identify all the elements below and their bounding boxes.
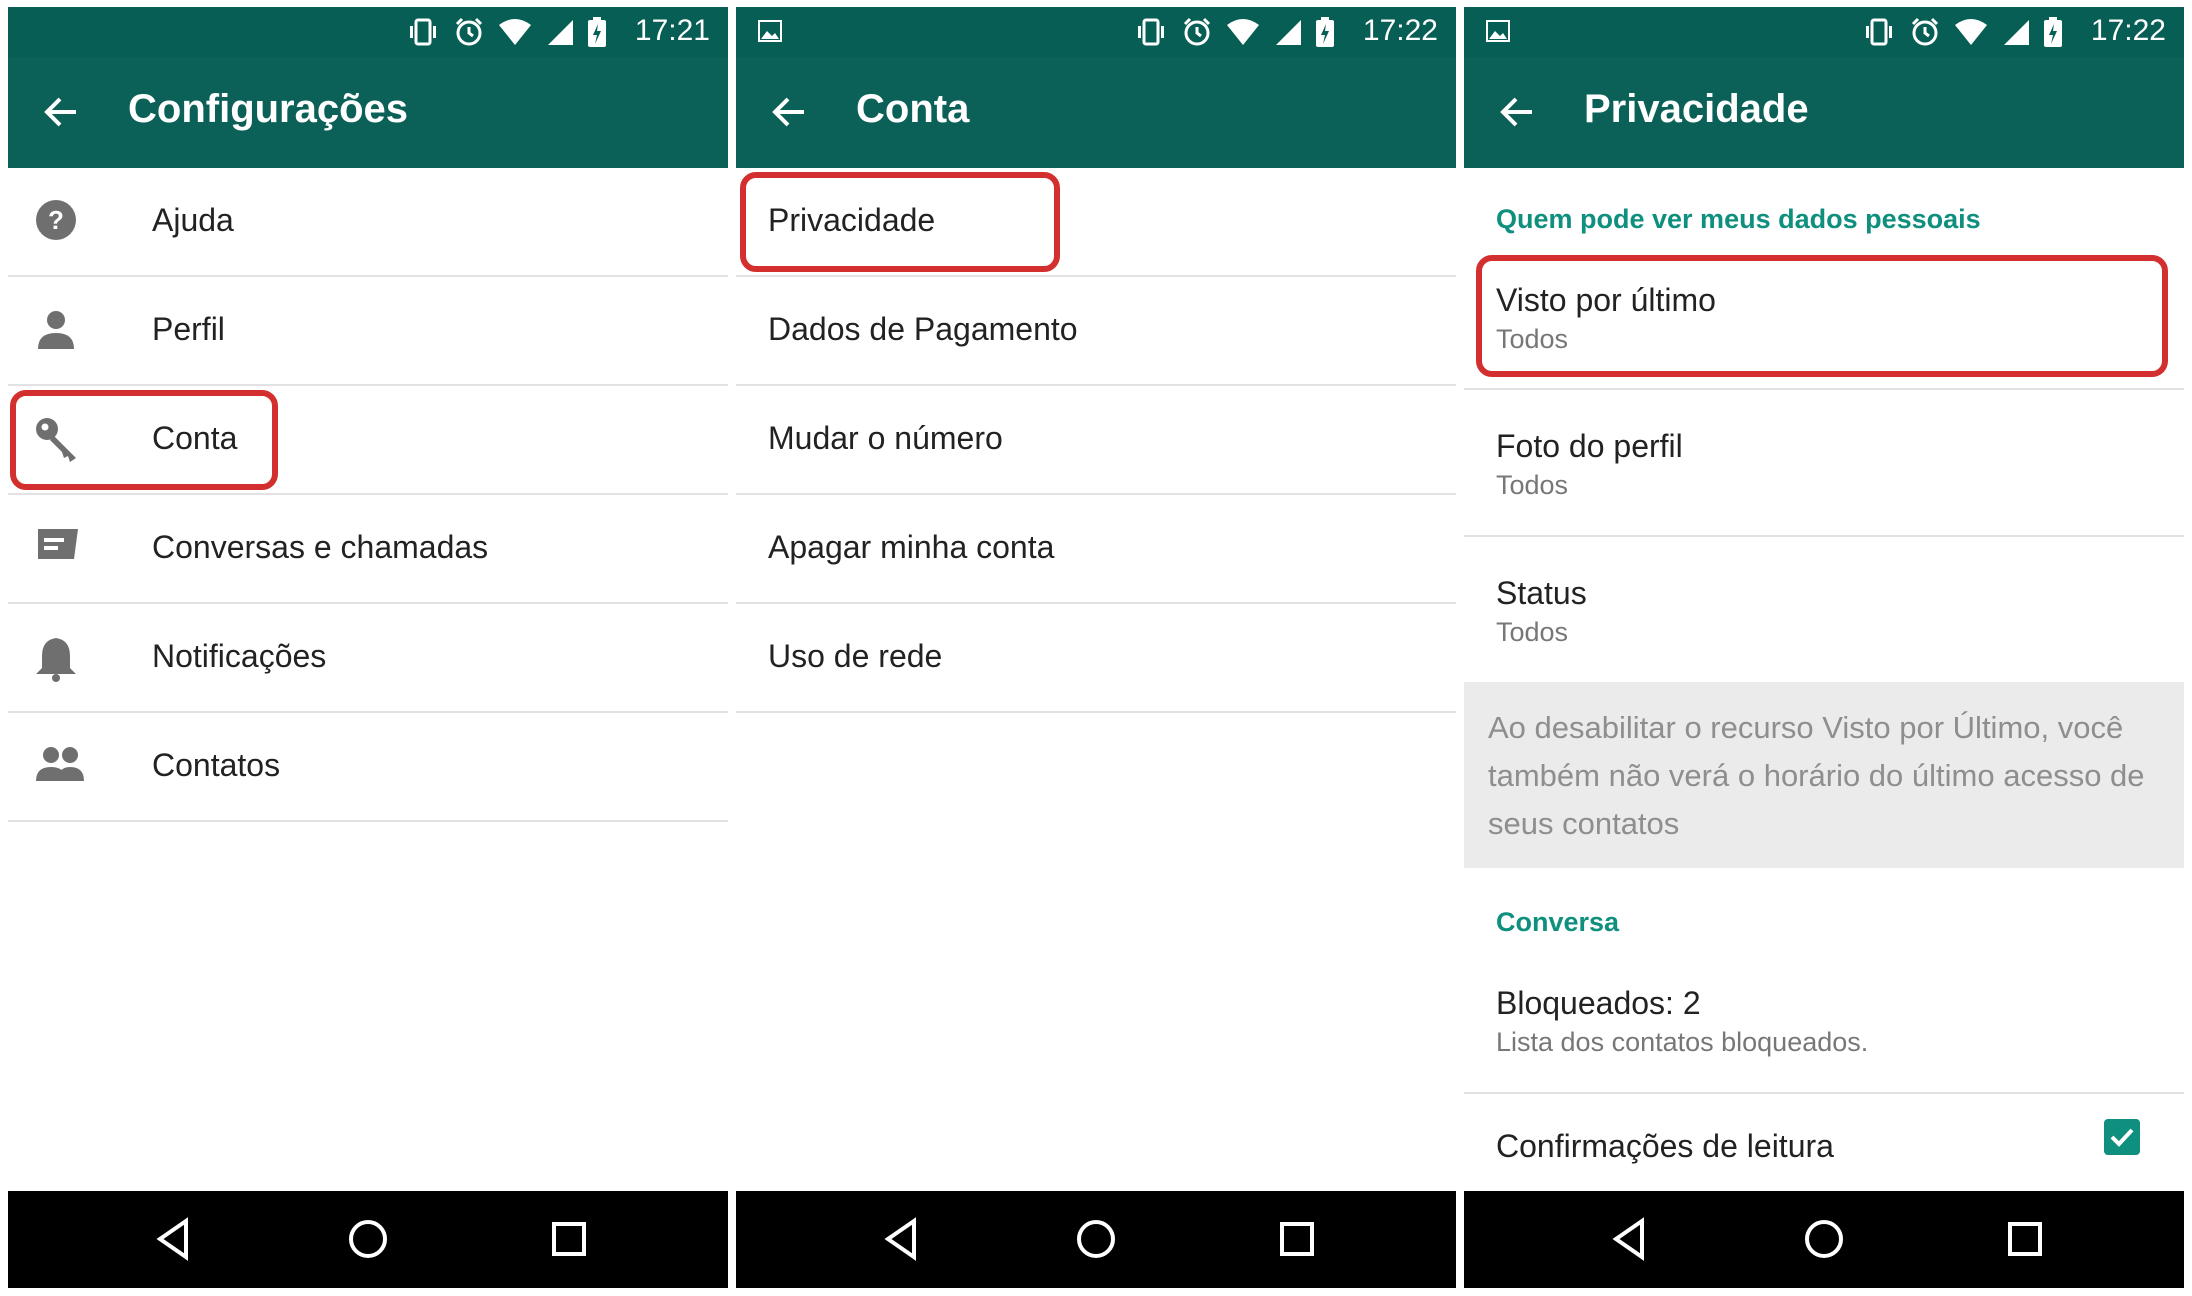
account-item-label: Uso de rede xyxy=(768,638,943,674)
app-bar: Privacidade xyxy=(1464,57,2184,168)
battery-charging-icon xyxy=(588,17,606,47)
back-triangle-icon[interactable] xyxy=(148,1213,200,1265)
recents-square-icon[interactable] xyxy=(542,1213,594,1265)
status-icons xyxy=(1134,16,1334,48)
account-item-mudar-numero[interactable]: Mudar o número xyxy=(736,386,1456,495)
section-header-chat: Conversa xyxy=(1496,907,1620,937)
divider xyxy=(1464,388,2184,390)
svg-text:?: ? xyxy=(48,205,64,235)
bell-icon xyxy=(36,638,76,682)
account-item-label: Dados de Pagamento xyxy=(768,311,1078,347)
battery-charging-icon xyxy=(2044,17,2062,47)
item-subtitle: Todos xyxy=(1496,470,1569,500)
image-notification-icon xyxy=(1486,20,1510,42)
settings-item-contatos[interactable]: Contatos xyxy=(8,713,728,822)
status-icons xyxy=(406,16,606,48)
account-screen: 17:22 Conta Privacidade Dados de Pagamen… xyxy=(736,7,1456,1288)
page-title: Privacidade xyxy=(1584,87,1809,131)
info-note: Ao desabilitar o recurso Visto por Últim… xyxy=(1464,682,2184,868)
vibrate-icon xyxy=(1866,18,1892,46)
account-item-uso-rede[interactable]: Uso de rede xyxy=(736,604,1456,713)
battery-charging-icon xyxy=(1316,17,1334,47)
app-bar: Conta xyxy=(736,57,1456,168)
wifi-icon xyxy=(1227,19,1259,45)
settings-item-label: Conversas e chamadas xyxy=(152,529,489,565)
highlight-box xyxy=(1476,255,2168,377)
recents-square-icon[interactable] xyxy=(1998,1213,2050,1265)
section-header-personal-data: Quem pode ver meus dados pessoais xyxy=(1496,204,1981,234)
account-item-label: Mudar o número xyxy=(768,420,1003,456)
check-icon xyxy=(2110,1128,2134,1147)
settings-item-notificacoes[interactable]: Notificações xyxy=(8,604,728,713)
status-time: 17:22 xyxy=(1362,14,1438,47)
chat-icon xyxy=(38,529,78,559)
highlight-box xyxy=(10,390,278,490)
signal-icon xyxy=(1276,20,1301,45)
vibrate-icon xyxy=(410,18,436,46)
settings-item-label: Contatos xyxy=(152,747,281,783)
contacts-icon xyxy=(36,747,84,781)
home-circle-icon[interactable] xyxy=(1798,1213,1850,1265)
status-time: 17:21 xyxy=(634,14,710,47)
signal-icon xyxy=(2004,20,2029,45)
status-bar: 17:22 xyxy=(736,7,1456,57)
signal-icon xyxy=(548,20,573,45)
alarm-icon xyxy=(455,17,483,46)
nav-bar xyxy=(736,1191,1456,1288)
person-icon xyxy=(38,311,74,349)
item-subtitle: Lista dos contatos bloqueados. xyxy=(1496,1027,1869,1057)
page-title: Configurações xyxy=(128,87,409,131)
home-circle-icon[interactable] xyxy=(1070,1213,1122,1265)
settings-item-label: Ajuda xyxy=(152,202,234,238)
settings-screen: 17:21 Configurações ? Ajuda Perfil Conta… xyxy=(8,7,728,1288)
image-notification-icon xyxy=(758,20,782,42)
back-arrow-icon[interactable] xyxy=(772,95,806,129)
back-triangle-icon[interactable] xyxy=(1604,1213,1656,1265)
settings-item-ajuda[interactable]: ? Ajuda xyxy=(8,168,728,277)
read-receipts-checkbox[interactable] xyxy=(2104,1119,2140,1155)
help-icon: ? xyxy=(36,200,76,240)
privacy-item-profile-photo[interactable]: Foto do perfil Todos xyxy=(1464,410,2184,530)
highlight-box xyxy=(740,172,1060,272)
back-arrow-icon[interactable] xyxy=(1500,95,1534,129)
settings-item-label: Notificações xyxy=(152,638,327,674)
item-title: Confirmações de leitura xyxy=(1496,1128,1834,1164)
privacy-item-blocked[interactable]: Bloqueados: 2 Lista dos contatos bloquea… xyxy=(1464,967,2184,1087)
vibrate-icon xyxy=(1138,18,1164,46)
status-bar: 17:21 xyxy=(8,7,728,57)
status-icons xyxy=(1862,16,2062,48)
nav-bar xyxy=(8,1191,728,1288)
settings-item-conversas[interactable]: Conversas e chamadas xyxy=(8,495,728,604)
settings-item-label: Perfil xyxy=(152,311,225,347)
status-time: 17:22 xyxy=(2090,14,2166,47)
back-triangle-icon[interactable] xyxy=(876,1213,928,1265)
app-bar: Configurações xyxy=(8,57,728,168)
nav-bar xyxy=(1464,1191,2184,1288)
account-item-label: Apagar minha conta xyxy=(768,529,1055,565)
item-title: Status xyxy=(1496,575,1587,611)
divider xyxy=(1464,1092,2184,1094)
wifi-icon xyxy=(1955,19,1987,45)
settings-item-perfil[interactable]: Perfil xyxy=(8,277,728,386)
divider xyxy=(1464,535,2184,537)
alarm-icon xyxy=(1911,17,1939,46)
status-bar: 17:22 xyxy=(1464,7,2184,57)
wifi-icon xyxy=(499,19,531,45)
recents-square-icon[interactable] xyxy=(1270,1213,1322,1265)
info-note-text: Ao desabilitar o recurso Visto por Últim… xyxy=(1488,710,2145,841)
back-arrow-icon[interactable] xyxy=(44,95,78,129)
item-subtitle: Todos xyxy=(1496,617,1569,647)
page-title: Conta xyxy=(856,87,970,131)
privacy-item-status[interactable]: Status Todos xyxy=(1464,557,2184,677)
alarm-icon xyxy=(1183,17,1211,46)
item-title: Bloqueados: 2 xyxy=(1496,985,1701,1021)
account-item-pagamento[interactable]: Dados de Pagamento xyxy=(736,277,1456,386)
home-circle-icon[interactable] xyxy=(342,1213,394,1265)
privacy-screen: 17:22 Privacidade Quem pode ver meus dad… xyxy=(1464,7,2184,1288)
account-item-apagar-conta[interactable]: Apagar minha conta xyxy=(736,495,1456,604)
item-title: Foto do perfil xyxy=(1496,428,1683,464)
privacy-item-read-receipts[interactable]: Confirmações de leitura xyxy=(1464,1112,2184,1192)
